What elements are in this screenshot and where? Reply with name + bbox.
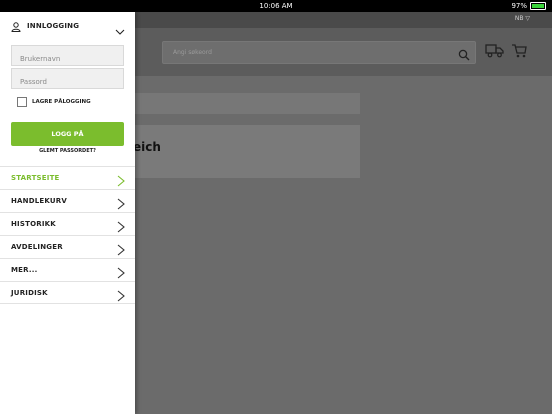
language-selector[interactable]: NB ▽ — [515, 15, 530, 22]
username-field[interactable] — [11, 45, 124, 69]
chevron-right-icon — [117, 287, 125, 306]
menu-item-label: STARTSEITE — [11, 174, 60, 182]
content-card[interactable]: eich — [133, 125, 360, 178]
battery-icon — [530, 2, 546, 10]
battery-percent: 97% — [511, 2, 527, 10]
login-title: INNLOGGING — [27, 22, 80, 30]
menu-item-label: HANDLEKURV — [11, 197, 67, 205]
battery-fill — [532, 4, 544, 8]
search-input[interactable] — [171, 45, 445, 60]
status-time: 10:06 AM — [259, 2, 293, 10]
login-button[interactable]: LOGG PÅ — [11, 122, 124, 146]
password-input[interactable] — [12, 72, 123, 92]
drawer-menu: STARTSEITE HANDLEKURV HISTORIKK AVDELING… — [0, 166, 135, 304]
card-title: eich — [133, 140, 161, 154]
menu-item-label: MER... — [11, 266, 38, 274]
menu-item-historikk[interactable]: HISTORIKK — [0, 212, 135, 235]
menu-item-label: HISTORIKK — [11, 220, 56, 228]
forgot-password-link[interactable]: GLEMT PASSORDET? — [0, 148, 135, 154]
password-field[interactable] — [11, 68, 124, 92]
remember-checkbox[interactable] — [17, 97, 27, 107]
menu-item-avdelinger[interactable]: AVDELINGER — [0, 235, 135, 258]
menu-item-label: JURIDISK — [11, 289, 48, 297]
search-icon[interactable] — [458, 46, 470, 65]
menu-item-label: AVDELINGER — [11, 243, 63, 251]
cart-icon[interactable] — [511, 43, 527, 62]
battery-indicator: 97% — [511, 2, 546, 10]
menu-item-handlekurv[interactable]: HANDLEKURV — [0, 189, 135, 212]
search-box[interactable] — [162, 41, 476, 64]
remember-label: LAGRE PÅLOGGING — [32, 99, 91, 105]
status-bar: 10:06 AM 97% — [0, 0, 552, 12]
menu-item-mer[interactable]: MER... — [0, 258, 135, 281]
chevron-down-icon[interactable] — [115, 21, 125, 40]
content-strip — [135, 93, 360, 114]
login-header[interactable]: INNLOGGING — [11, 17, 125, 36]
side-drawer: INNLOGGING LAGRE PÅLOGGING LOGG PÅ GLEMT… — [0, 12, 135, 414]
user-icon — [11, 17, 21, 36]
menu-item-juridisk[interactable]: JURIDISK — [0, 281, 135, 304]
truck-icon[interactable] — [485, 43, 504, 62]
username-input[interactable] — [12, 49, 123, 69]
menu-item-startseite[interactable]: STARTSEITE — [0, 166, 135, 189]
remember-login[interactable]: LAGRE PÅLOGGING — [12, 97, 91, 107]
